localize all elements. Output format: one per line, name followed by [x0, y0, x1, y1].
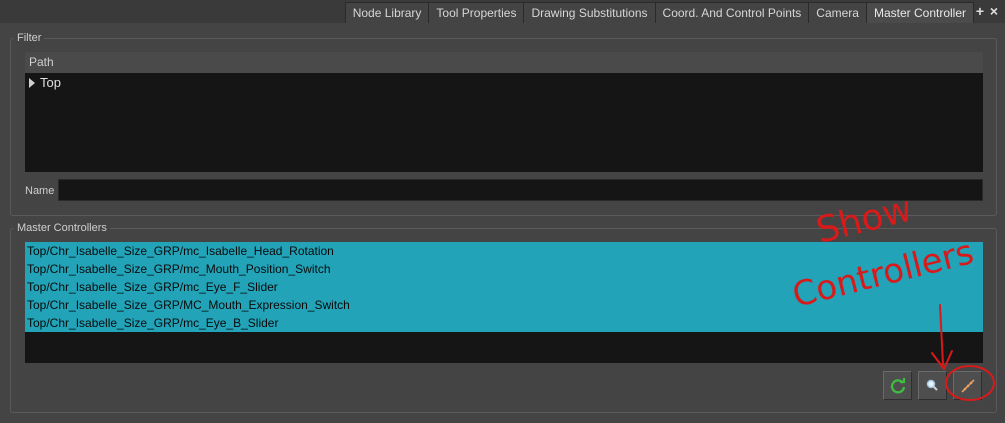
filter-title: Filter — [14, 31, 45, 45]
close-icon[interactable]: × — [988, 4, 1000, 18]
path-tree[interactable]: Path Top — [25, 52, 983, 172]
plus-icon[interactable]: + — [974, 4, 986, 18]
filter-group: Filter Path Top Name — [10, 31, 997, 216]
tree-item-label: Top — [40, 75, 61, 90]
list-item[interactable]: Top/Chr_Isabelle_Size_GRP/mc_Mouth_Posit… — [25, 260, 983, 278]
master-controllers-group: Master Controllers Top/Chr_Isabelle_Size… — [10, 221, 997, 413]
search-button[interactable] — [918, 371, 947, 400]
tab-tool-properties[interactable]: Tool Properties — [428, 2, 525, 23]
tab-drawing-substitutions[interactable]: Drawing Substitutions — [523, 2, 656, 23]
tab-coord-control-points[interactable]: Coord. And Control Points — [654, 2, 810, 23]
tab-master-controller[interactable]: Master Controller — [865, 2, 974, 24]
master-controller-panel: Filter Path Top Name Master Controllers … — [0, 23, 1005, 423]
refresh-icon — [890, 377, 905, 393]
tree-header-path[interactable]: Path — [25, 52, 983, 73]
show-controllers-icon — [960, 378, 975, 393]
list-item[interactable]: Top/Chr_Isabelle_Size_GRP/MC_Mouth_Expre… — [25, 296, 983, 314]
master-controllers-list[interactable]: Top/Chr_Isabelle_Size_GRP/mc_Isabelle_He… — [25, 242, 983, 363]
name-label: Name — [25, 185, 55, 197]
tree-item-top[interactable]: Top — [29, 74, 61, 92]
tab-bar: Node Library Tool Properties Drawing Sub… — [0, 0, 1005, 24]
magnifier-icon — [926, 379, 938, 391]
tab-list: Node Library Tool Properties Drawing Sub… — [344, 2, 974, 24]
tab-camera[interactable]: Camera — [808, 2, 867, 23]
refresh-button[interactable] — [883, 371, 912, 400]
list-item[interactable]: Top/Chr_Isabelle_Size_GRP/mc_Isabelle_He… — [25, 242, 983, 260]
name-field[interactable] — [58, 179, 983, 201]
tab-node-library[interactable]: Node Library — [344, 2, 430, 23]
expand-arrow-icon[interactable] — [29, 78, 35, 88]
list-item[interactable]: Top/Chr_Isabelle_Size_GRP/mc_Eye_B_Slide… — [25, 314, 983, 332]
list-item[interactable]: Top/Chr_Isabelle_Size_GRP/mc_Eye_F_Slide… — [25, 278, 983, 296]
show-controllers-button[interactable] — [953, 371, 982, 400]
master-controllers-title: Master Controllers — [14, 221, 110, 235]
